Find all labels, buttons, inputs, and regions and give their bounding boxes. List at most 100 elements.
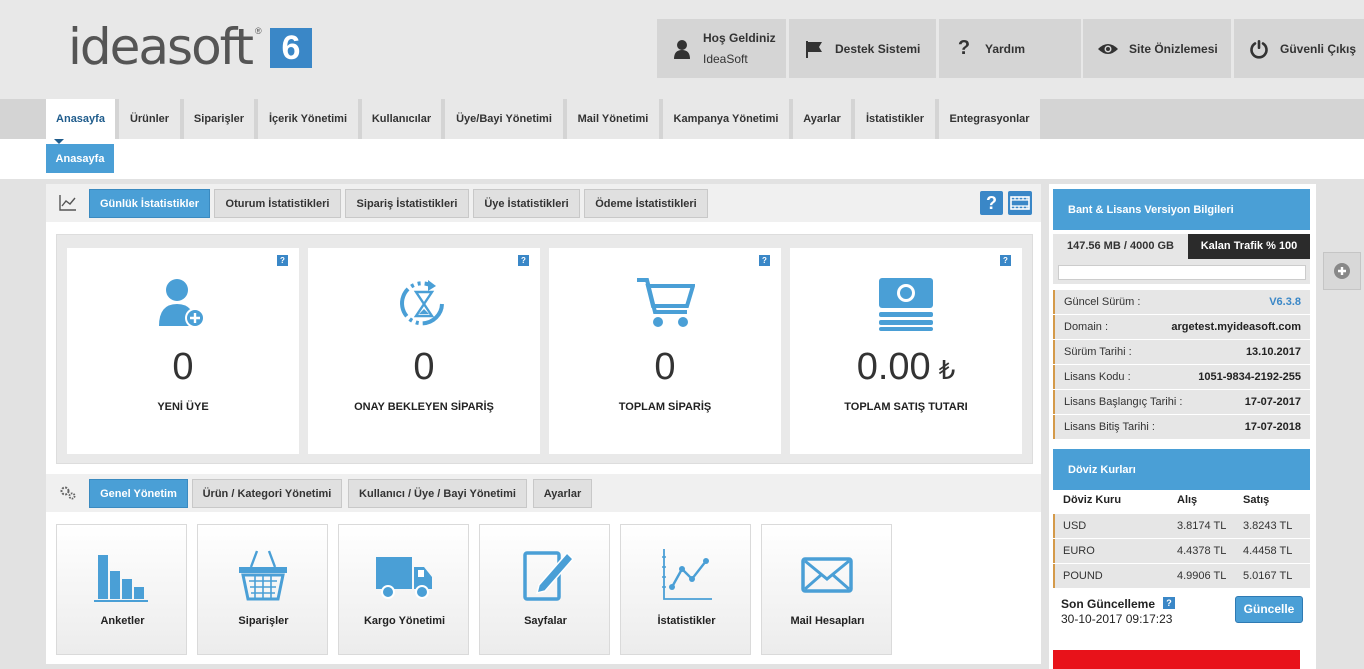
help-icon[interactable]: ?	[980, 191, 1003, 215]
stat-value: 0.00 ₺	[790, 346, 1022, 389]
last-update-value: 30-10-2017 09:17:23	[1061, 612, 1173, 626]
fx-sell: 5.0167 TL	[1243, 570, 1293, 582]
fx-panel-title: Döviz Kurları	[1053, 449, 1310, 490]
logo-version-badge: 6	[270, 28, 312, 68]
dashboard-main: Günlük İstatistikler Oturum İstatistikle…	[46, 184, 1041, 664]
fx-currency: USD	[1063, 520, 1087, 532]
mgmt-card-orders[interactable]: Siparişler	[197, 524, 328, 655]
tab-order-stats[interactable]: Sipariş İstatistikleri	[345, 189, 469, 218]
logout-button[interactable]: Güvenli Çıkış	[1234, 19, 1364, 78]
welcome-title: Hoş Geldiniz	[703, 31, 776, 45]
license-key: Lisans Kodu :	[1064, 371, 1131, 383]
fx-currency: POUND	[1063, 570, 1103, 582]
nav-tab-campaigns[interactable]: Kampanya Yönetimi	[663, 99, 789, 139]
mgmt-card-label: Anketler	[100, 615, 145, 627]
nav-tab-members[interactable]: Üye/Bayi Yönetimi	[445, 99, 563, 139]
user-add-icon	[153, 276, 213, 332]
tab-daily-stats[interactable]: Günlük İstatistikler	[89, 189, 210, 218]
video-icon[interactable]	[1008, 191, 1032, 215]
nav-tab-home[interactable]: Anasayfa	[46, 99, 115, 139]
mgmt-card-statistics[interactable]: İstatistikler	[620, 524, 751, 655]
tab-product-category[interactable]: Ürün / Kategori Yönetimi	[192, 479, 342, 508]
tab-payment-stats[interactable]: Ödeme İstatistikleri	[584, 189, 708, 218]
header: ideasoft ® 6 Hoş Geldiniz IdeaSoft Deste…	[0, 0, 1364, 99]
tab-member-stats[interactable]: Üye İstatistikleri	[473, 189, 580, 218]
fx-col-sell: Satış	[1243, 494, 1270, 506]
stat-card-new-members[interactable]: ? 0 YENİ ÜYE	[67, 248, 299, 454]
mgmt-card-label: Siparişler	[238, 615, 289, 627]
license-value: 17-07-2018	[1244, 421, 1301, 433]
nav-tab-integrations[interactable]: Entegrasyonlar	[939, 99, 1040, 139]
fx-header-row: Döviz Kuru Alış Satış	[1053, 490, 1310, 512]
stat-card-total-sales[interactable]: ? 0.00 ₺ TOPLAM SATIŞ TUTARI	[790, 248, 1022, 454]
nav-tab-mail[interactable]: Mail Yönetimi	[567, 99, 659, 139]
user-icon	[671, 38, 693, 60]
license-row-version: Güncel Sürüm : V6.3.8	[1053, 290, 1310, 314]
mgmt-card-pages[interactable]: Sayfalar	[479, 524, 610, 655]
eye-icon	[1097, 38, 1119, 60]
question-icon: ?	[957, 37, 971, 59]
chart-line-icon	[59, 195, 77, 216]
management-tabbar: Genel Yönetim Ürün / Kategori Yönetimi K…	[46, 474, 1041, 512]
site-preview-button[interactable]: Site Önizlemesi	[1083, 19, 1231, 78]
currency-symbol: ₺	[938, 355, 956, 385]
stat-card-pending-orders[interactable]: ? 0 ONAY BEKLEYEN SİPARİŞ	[308, 248, 540, 454]
tab-user-member-dealer[interactable]: Kullanıcı / Üye / Bayi Yönetimi	[348, 479, 527, 508]
license-row-release-date: Sürüm Tarihi : 13.10.2017	[1053, 340, 1310, 364]
help-icon[interactable]: ?	[518, 255, 529, 266]
fx-update-button[interactable]: Güncelle	[1235, 596, 1303, 623]
power-icon	[1248, 38, 1270, 60]
bandwidth-usage: 147.56 MB / 4000 GB Kalan Trafik % 100	[1053, 234, 1310, 284]
gears-icon	[59, 485, 77, 506]
support-system-button[interactable]: Destek Sistemi	[789, 19, 936, 78]
stat-value: 0	[413, 346, 435, 388]
welcome-user-box[interactable]: Hoş Geldiniz IdeaSoft	[657, 19, 786, 78]
help-icon[interactable]: ?	[1163, 597, 1175, 609]
flag-icon	[803, 38, 825, 60]
fx-sell: 4.4458 TL	[1243, 545, 1293, 557]
preview-label: Site Önizlemesi	[1129, 41, 1218, 56]
fx-buy: 3.8174 TL	[1177, 520, 1227, 532]
stat-value-number: 0.00	[856, 346, 931, 388]
traffic-badge: Kalan Trafik % 100	[1188, 234, 1310, 259]
nav-tab-settings[interactable]: Ayarlar	[793, 99, 851, 139]
logo-registered-mark: ®	[255, 26, 262, 36]
subnav-home[interactable]: Anasayfa	[46, 144, 114, 173]
mgmt-card-shipping[interactable]: Kargo Yönetimi	[338, 524, 469, 655]
license-value: 1051-9834-2192-255	[1198, 371, 1301, 383]
logo-text: ideasoft	[68, 18, 254, 76]
help-label: Yardım	[985, 41, 1026, 56]
nav-tab-statistics[interactable]: İstatistikler	[855, 99, 935, 139]
tab-settings[interactable]: Ayarlar	[533, 479, 592, 508]
help-button[interactable]: ? Yardım	[939, 19, 1081, 78]
side-panel-toggle[interactable]	[1323, 252, 1361, 290]
truck-icon	[374, 547, 434, 603]
alert-banner[interactable]	[1053, 650, 1300, 669]
help-icon[interactable]: ?	[1000, 255, 1011, 266]
nav-tab-users[interactable]: Kullanıcılar	[362, 99, 441, 139]
mgmt-card-mail-accounts[interactable]: Mail Hesapları	[761, 524, 892, 655]
mgmt-card-label: İstatistikler	[657, 615, 716, 627]
mgmt-card-surveys[interactable]: Anketler	[56, 524, 187, 655]
fx-col-currency: Döviz Kuru	[1063, 494, 1122, 506]
logout-label: Güvenli Çıkış	[1280, 41, 1357, 56]
hourglass-refresh-icon	[394, 276, 454, 332]
tab-general-management[interactable]: Genel Yönetim	[89, 479, 188, 508]
support-label: Destek Sistemi	[835, 41, 921, 56]
fx-sell: 3.8243 TL	[1243, 520, 1293, 532]
tab-session-stats[interactable]: Oturum İstatistikleri	[214, 189, 341, 218]
nav-tab-products[interactable]: Ürünler	[119, 99, 180, 139]
mgmt-card-label: Sayfalar	[524, 615, 567, 627]
help-icon[interactable]: ?	[277, 255, 288, 266]
nav-tab-orders[interactable]: Siparişler	[184, 99, 254, 139]
usage-text: 147.56 MB / 4000 GB	[1066, 240, 1174, 252]
stat-card-total-orders[interactable]: ? 0 TOPLAM SİPARİŞ	[549, 248, 781, 454]
money-stack-icon	[876, 276, 936, 332]
line-chart-icon	[656, 547, 716, 603]
stats-tabbar: Günlük İstatistikler Oturum İstatistikle…	[46, 184, 1041, 222]
license-panel-title: Bant & Lisans Versiyon Bilgileri	[1053, 189, 1310, 230]
stat-value: 0	[172, 346, 194, 388]
help-icon[interactable]: ?	[759, 255, 770, 266]
bar-chart-icon	[92, 547, 152, 603]
nav-tab-content[interactable]: İçerik Yönetimi	[258, 99, 358, 139]
